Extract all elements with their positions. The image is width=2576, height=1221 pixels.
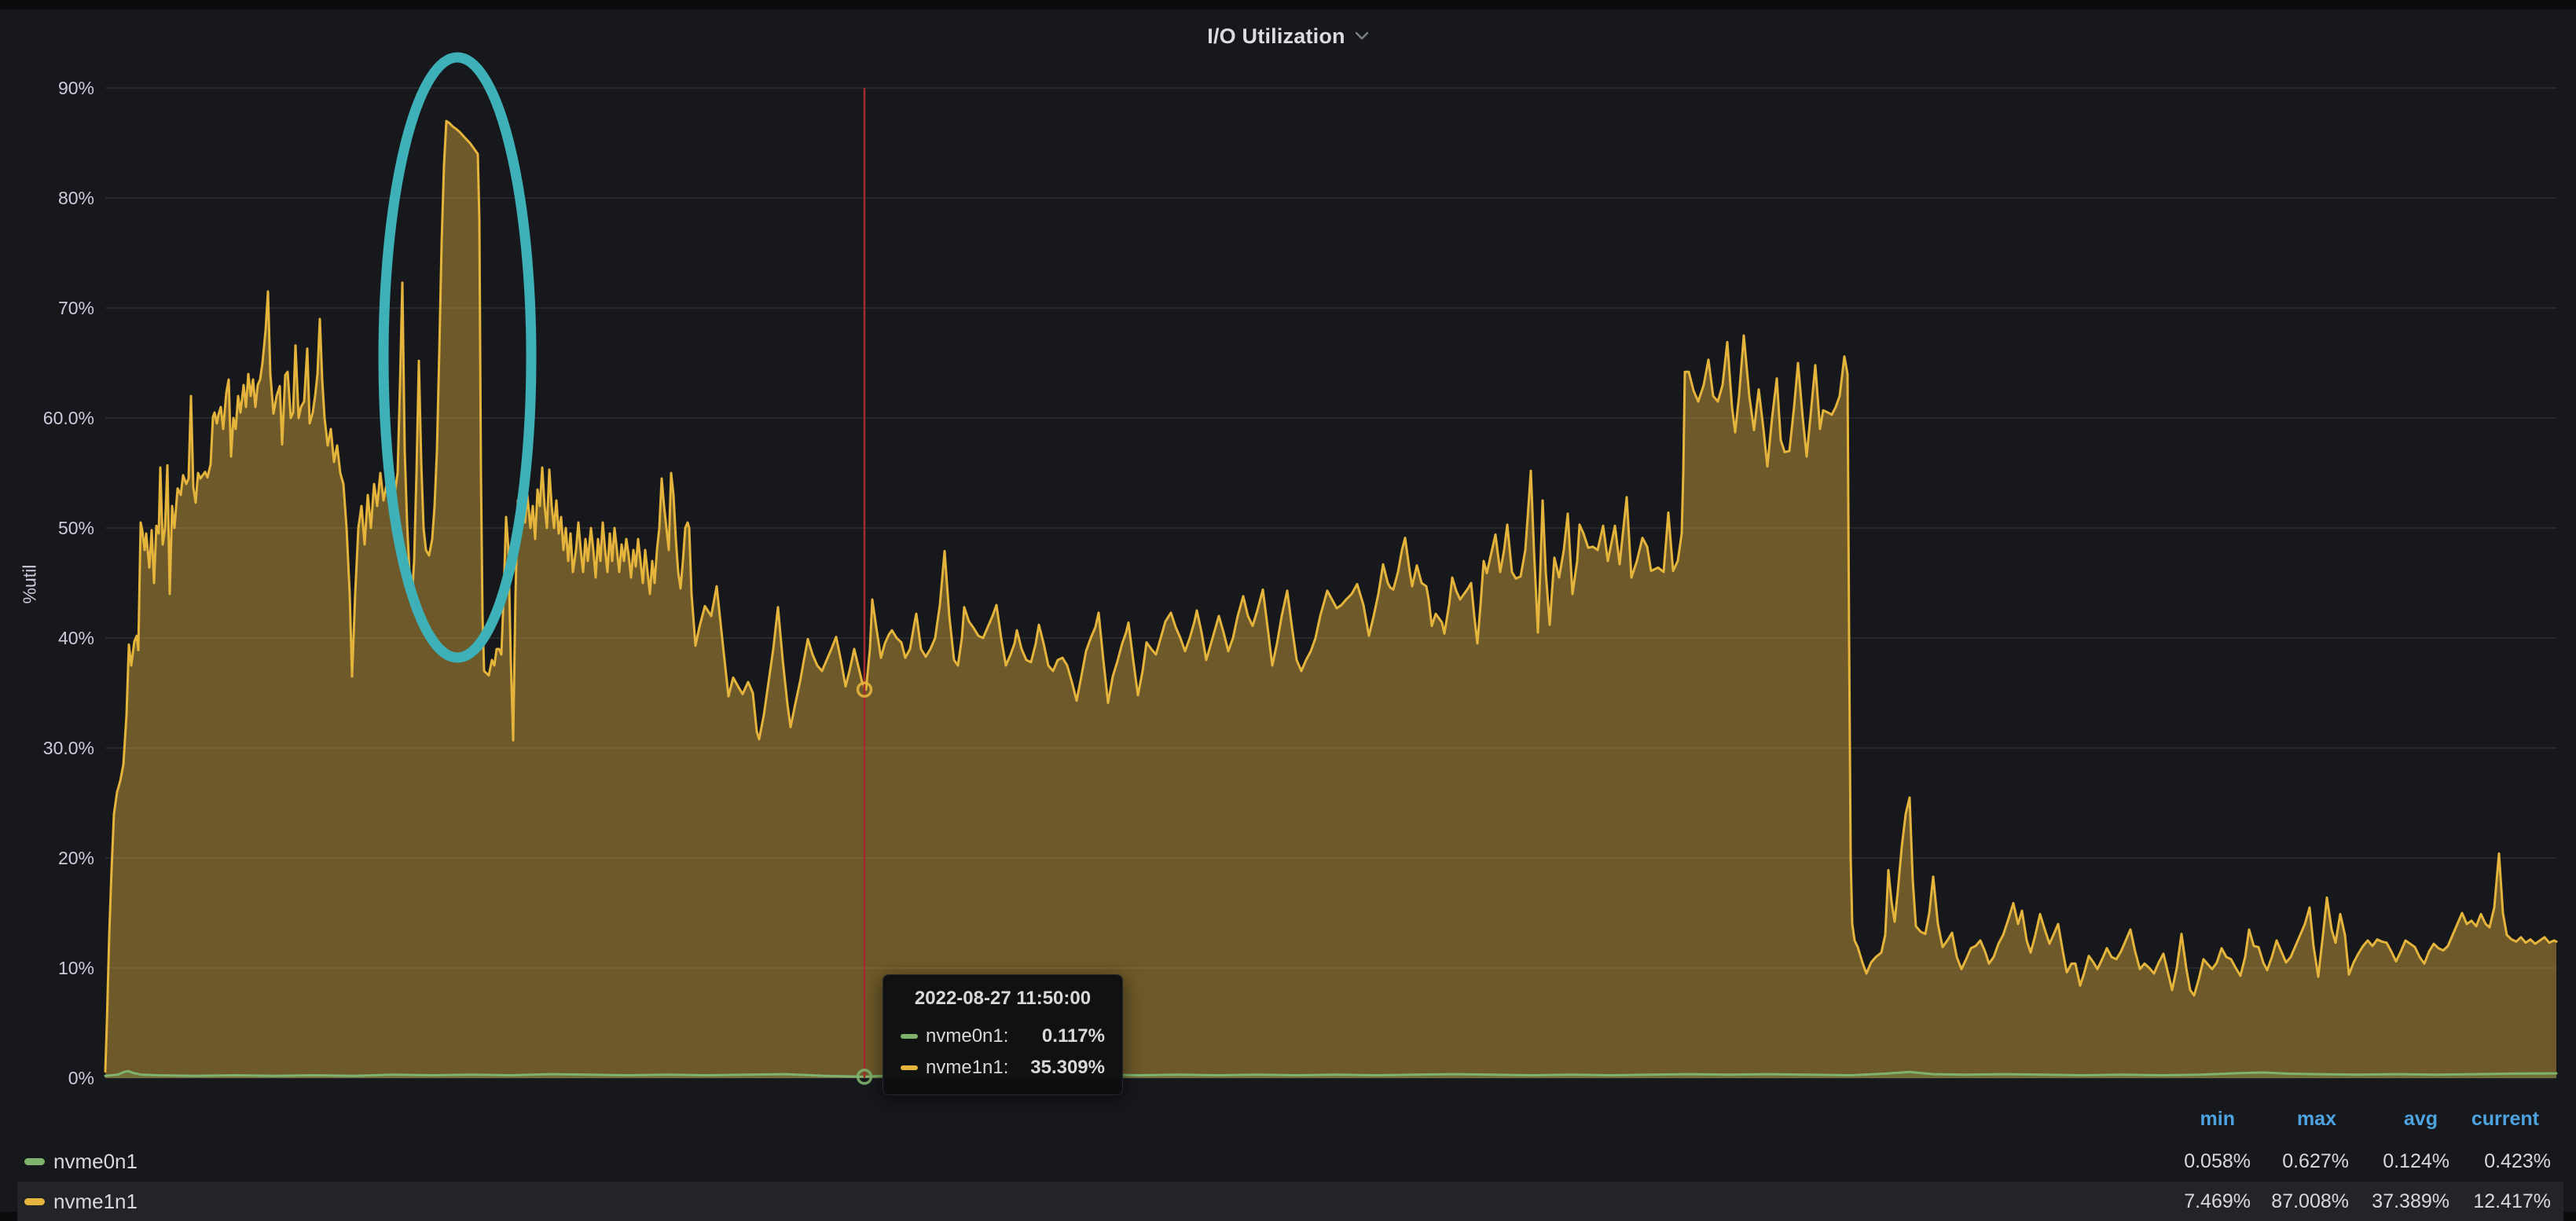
legend-stat-header-min[interactable]: min [2200,1103,2235,1135]
legend-stat-value: 12.417% [2473,1182,2551,1221]
tooltip-series-rows: nvme0n1: 0.117% nvme1n1: 35.309% [901,1021,1105,1084]
legend-series-name[interactable]: nvme0n1 [53,1150,138,1174]
y-tick-label: 10% [58,958,94,978]
tooltip-series-value: 35.309% [1030,1057,1105,1079]
tooltip-series-value: 0.117% [1042,1025,1105,1047]
legend-stat-value: 0.423% [2484,1142,2551,1181]
y-tick-label: 80% [58,188,94,208]
tooltip-row: nvme1n1: 35.309% [901,1052,1105,1084]
legend-series-name[interactable]: nvme1n1 [53,1190,138,1214]
legend-color-swatch-icon[interactable] [24,1198,45,1205]
legend-stat-value: 87.008% [2271,1182,2349,1221]
legend-stat-header-avg[interactable]: avg [2404,1103,2438,1135]
legend-stat-value: 0.627% [2282,1142,2349,1181]
legend-stats-header: min max avg current [17,1103,2563,1135]
y-tick-label: 0% [68,1068,94,1088]
tooltip-timestamp: 2022-08-27 11:50:00 [901,988,1105,1010]
legend-stat-value: 0.124% [2383,1142,2449,1181]
panel: I/O Utilization 0%10%20%30.0%40%50%60.0%… [0,9,2576,1212]
series-color-swatch-icon [901,1065,918,1070]
legend-stat-header-max[interactable]: max [2297,1103,2336,1135]
y-tick-label: 50% [58,518,94,538]
legend-color-swatch-icon[interactable] [24,1158,45,1165]
y-tick-label: 20% [58,848,94,868]
tooltip-series-name: nvme1n1: [926,1057,1008,1079]
legend-stat-header-current[interactable]: current [2471,1103,2539,1135]
y-tick-label: 60.0% [43,408,94,428]
y-axis-title: %util [20,537,41,632]
series-color-swatch-icon [901,1034,918,1039]
legend-stat-value: 0.058% [2184,1142,2251,1181]
y-tick-label: 90% [58,78,94,98]
legend-stat-value: 7.469% [2184,1182,2251,1221]
y-tick-label: 40% [58,628,94,648]
chart-canvas[interactable]: 0% 10% 20% 30.0% 40% 50% 60.0% 70% 80% 90% [0,0,2576,1212]
tooltip: 2022-08-27 11:50:00 nvme0n1: 0.117% nvme1n… [883,974,1123,1095]
tooltip-row: nvme0n1: 0.117% [901,1021,1105,1052]
legend-row-nvme0n1[interactable]: nvme0n1 0.058% 0.627% 0.124% 0.423% [17,1142,2563,1181]
tooltip-series-name: nvme0n1: [926,1025,1008,1047]
legend-stat-value: 37.389% [2372,1182,2449,1221]
y-tick-label: 30.0% [43,738,94,758]
legend-row-nvme1n1[interactable]: nvme1n1 7.469% 87.008% 37.389% 12.417% [17,1182,2563,1221]
y-tick-label: 70% [58,298,94,318]
